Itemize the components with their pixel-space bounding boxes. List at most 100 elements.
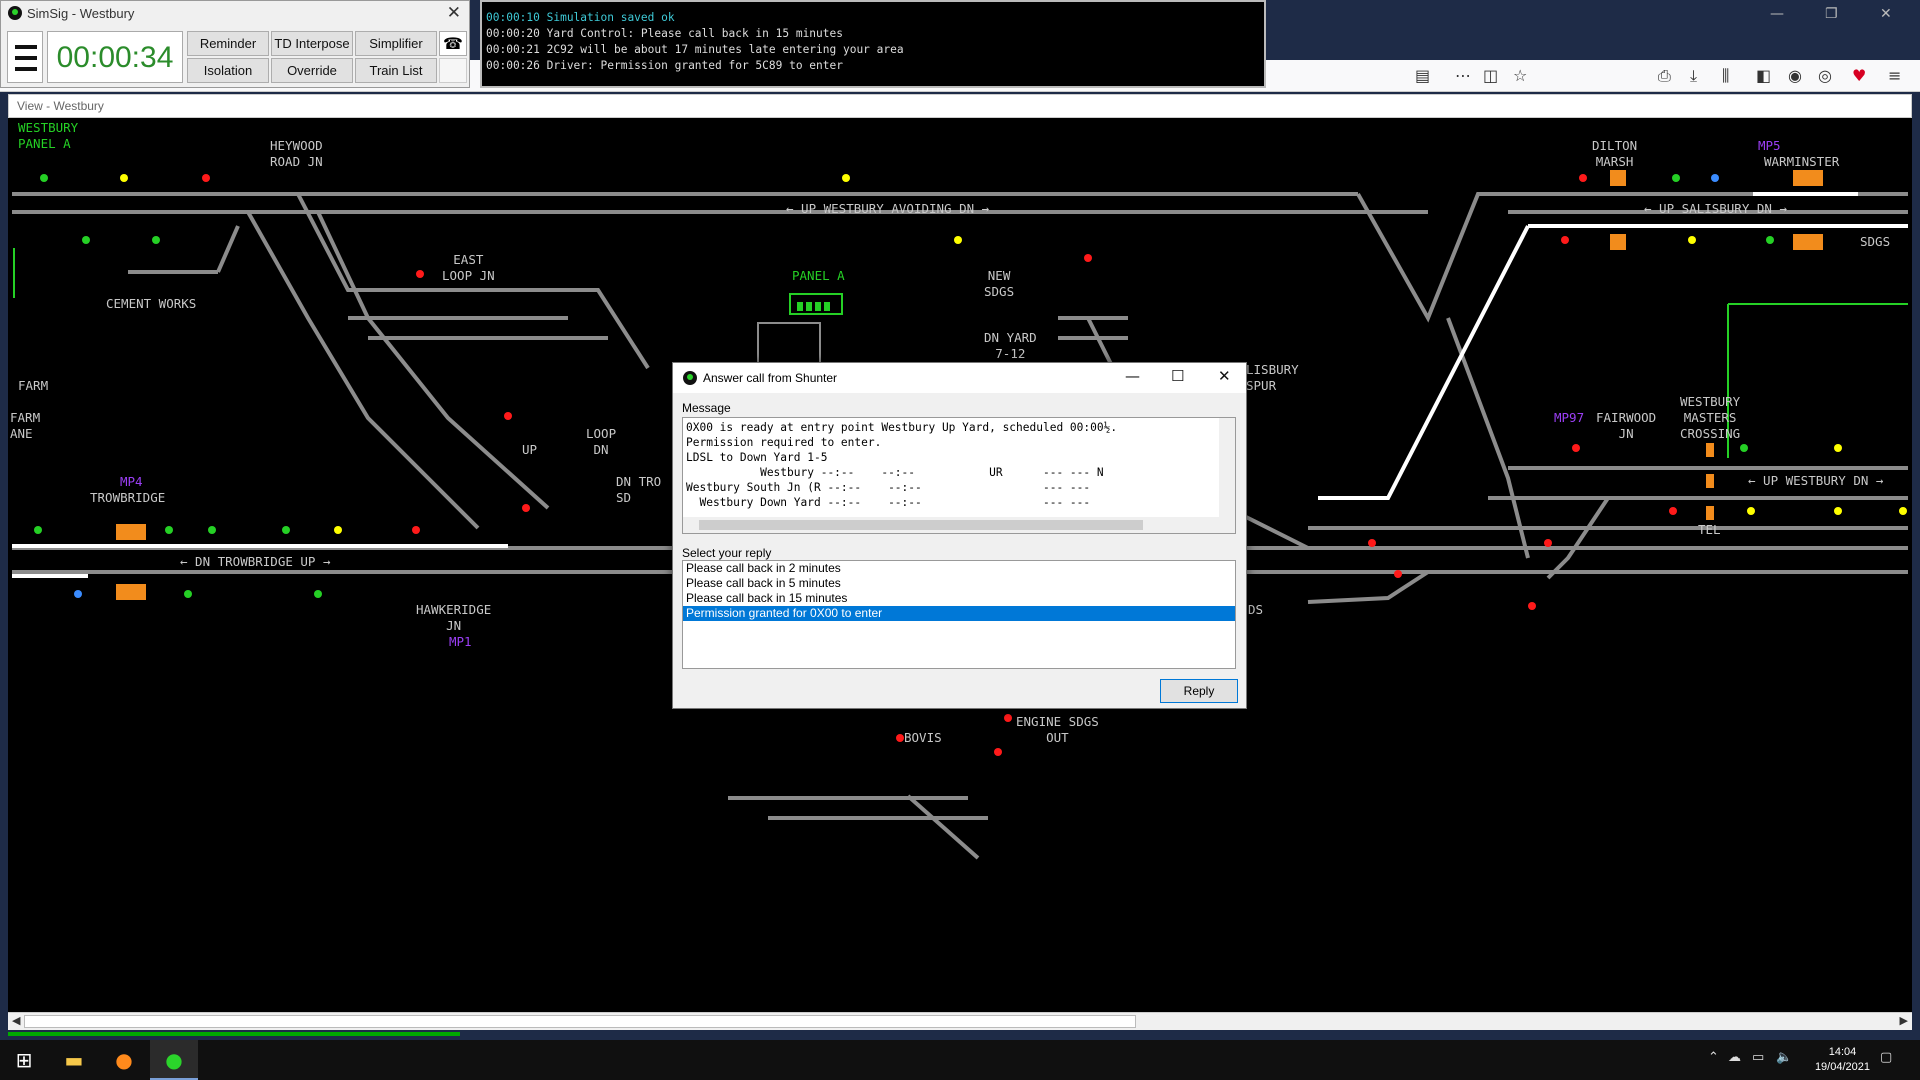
override-button[interactable]: Override xyxy=(271,58,353,83)
phone-secondary-button[interactable] xyxy=(439,58,467,83)
close-icon[interactable]: ✕ xyxy=(1218,367,1231,385)
scroll-left-icon[interactable]: ◀ xyxy=(12,1014,20,1027)
print-icon[interactable]: ⎙ xyxy=(1658,66,1671,86)
maximize-icon[interactable]: ☐ xyxy=(1171,367,1184,385)
isolation-button[interactable]: Isolation xyxy=(187,58,269,83)
network-icon[interactable]: ▭ xyxy=(1752,1050,1764,1065)
more-icon[interactable]: ⋯ xyxy=(1455,66,1471,85)
heywood-road-jn-label: HEYWOOD ROAD JN xyxy=(270,138,323,169)
clock-date: 19/04/2021 xyxy=(1814,1061,1870,1073)
up-westbury-avoiding-dn-label: ← UP WESTBURY AVOIDING DN → xyxy=(786,201,990,216)
panel-a-label: PANEL A xyxy=(792,268,845,283)
dn-tro-sd-label: DN TRO SD xyxy=(616,474,662,505)
view-window-title: View - Westbury xyxy=(8,94,1912,118)
engine-sdgs-out-label: ENGINE SDGS OUT xyxy=(1016,714,1099,745)
view-horizontal-scrollbar[interactable]: ◀ ▶ xyxy=(8,1012,1912,1030)
heart-icon[interactable]: ♥ xyxy=(1852,66,1866,85)
dialog-title: Answer call from Shunter xyxy=(703,371,838,385)
minimize-icon[interactable]: — xyxy=(1125,367,1140,385)
reply-button[interactable]: Reply xyxy=(1160,679,1238,703)
bovis-label: BOVIS xyxy=(904,730,942,745)
taskbar: ⊞ ▬ ● ● ⌃ ☁ ▭ 🔈 14:04 19/04/2021 ▢ xyxy=(0,1040,1920,1080)
log-entry: 00:00:20 Yard Control: Please call back … xyxy=(486,27,843,40)
library-icon[interactable]: ⫼ xyxy=(1722,66,1729,86)
reminder-button[interactable]: Reminder xyxy=(187,31,269,56)
message-log: 00:00:10 Simulation saved ok 00:00:20 Ya… xyxy=(480,0,1266,88)
td-interpose-button[interactable]: TD Interpose xyxy=(271,31,353,56)
east-loop-jn-label: EAST LOOP JN xyxy=(442,252,495,283)
volume-icon[interactable]: 🔈 xyxy=(1776,1050,1792,1065)
bookmark-star-icon[interactable]: ☆ xyxy=(1513,66,1527,85)
westbury-panel-a-label: WESTBURY PANEL A xyxy=(18,120,79,151)
simsig-logo-icon xyxy=(683,371,697,385)
message-textbox[interactable]: 0X00 is ready at entry point Westbury Up… xyxy=(682,417,1236,534)
sidebar-icon[interactable]: ◧ xyxy=(1756,66,1771,85)
main-menu-button[interactable] xyxy=(7,31,43,83)
new-sdgs-label: NEW SDGS xyxy=(984,268,1015,299)
scroll-right-icon[interactable]: ▶ xyxy=(1900,1014,1908,1027)
windows-start-icon[interactable]: ⊞ xyxy=(0,1040,48,1080)
trowbridge-label: TROWBRIDGE xyxy=(90,490,166,505)
simsig-logo-icon xyxy=(8,6,22,20)
cloud-icon[interactable]: ☁ xyxy=(1728,1050,1741,1065)
view-title: View - Westbury xyxy=(17,99,104,113)
scroll-thumb[interactable] xyxy=(24,1015,1136,1028)
close-icon[interactable]: ✕ xyxy=(447,3,461,23)
message-label: Message xyxy=(682,401,731,415)
message-line: Westbury --:-- --:-- UR --- --- N xyxy=(686,466,1104,479)
reply-option-selected[interactable]: Permission granted for 0X00 to enter xyxy=(683,606,1235,621)
menu-icon[interactable]: ≡ xyxy=(1888,66,1901,85)
taskbar-clock[interactable]: 14:04 19/04/2021 xyxy=(1815,1045,1870,1075)
simsig-title: SimSig - Westbury xyxy=(27,6,135,21)
load-progress xyxy=(8,1032,460,1036)
desktop: ▤ ⋯ ◫ ☆ ⎙ ⤓ ⫼ ◧ ◉ ◎ ♥ ≡ — ❐ ✕ View - Wes… xyxy=(0,0,1920,1080)
account-icon[interactable]: ◉ xyxy=(1788,66,1802,85)
hawkeridge-jn-label: HAWKERIDGE JN xyxy=(416,602,492,633)
up-salisbury-dn-label: ← UP SALISBURY DN → xyxy=(1644,201,1787,216)
message-horizontal-scrollbar[interactable] xyxy=(683,517,1235,533)
dn-yard-label: DN YARD 7-12 xyxy=(984,330,1037,361)
farm-lane-label: FARM ANE xyxy=(10,410,41,441)
download-icon[interactable]: ⤓ xyxy=(1690,66,1697,86)
salisbury-spur-label: LISBURY SPUR xyxy=(1246,362,1299,393)
simsig-taskbar-icon[interactable]: ● xyxy=(150,1040,198,1080)
train-list-button[interactable]: Train List xyxy=(355,58,437,83)
tel-label: TEL xyxy=(1698,522,1721,537)
minimize-icon[interactable]: — xyxy=(1770,6,1784,22)
phone-icon[interactable]: ☎ xyxy=(439,31,467,56)
notification-icon[interactable]: ▢ xyxy=(1880,1050,1892,1065)
up-label: UP xyxy=(522,442,538,457)
message-line: 0X00 is ready at entry point Westbury Up… xyxy=(686,421,1118,434)
reply-label: Select your reply xyxy=(682,546,772,560)
mp1-label: MP1 xyxy=(449,634,472,649)
pocket-icon[interactable]: ◫ xyxy=(1483,66,1498,85)
log-entry: 00:00:21 2C92 will be about 17 minutes l… xyxy=(486,43,904,56)
dn-trowbridge-up-label: ← DN TROWBRIDGE UP → xyxy=(180,554,331,569)
up-westbury-dn-label: ← UP WESTBURY DN → xyxy=(1748,473,1884,488)
reply-listbox[interactable]: Please call back in 2 minutes Please cal… xyxy=(682,560,1236,669)
restore-icon[interactable]: ❐ xyxy=(1825,6,1838,22)
message-line: Permission required to enter. xyxy=(686,436,882,449)
cement-works-label: CEMENT WORKS xyxy=(106,296,197,311)
mp4-label: MP4 xyxy=(120,474,143,489)
chevron-up-icon[interactable]: ⌃ xyxy=(1708,1050,1719,1065)
file-explorer-icon[interactable]: ▬ xyxy=(50,1040,98,1080)
reply-option[interactable]: Please call back in 15 minutes xyxy=(683,591,1235,606)
firefox-icon[interactable]: ● xyxy=(100,1040,148,1080)
log-entry: 00:00:26 Driver: Permission granted for … xyxy=(486,59,843,72)
close-icon[interactable]: ✕ xyxy=(1880,6,1892,22)
sdgs-label: SDGS xyxy=(1860,234,1891,249)
reply-option[interactable]: Please call back in 2 minutes xyxy=(683,561,1235,576)
extension-icon[interactable]: ◎ xyxy=(1818,66,1832,85)
message-line: LDSL to Down Yard 1-5 xyxy=(686,451,828,464)
simplifier-button[interactable]: Simplifier xyxy=(355,31,437,56)
browser-window-controls: — ❐ ✕ xyxy=(1750,0,1920,30)
loop-dn-label: LOOP DN xyxy=(586,426,617,457)
message-vertical-scrollbar[interactable] xyxy=(1219,418,1235,518)
dialog-titlebar: Answer call from Shunter — ☐ ✕ xyxy=(673,363,1246,393)
sim-clock: 00:00:34 xyxy=(47,31,183,83)
reply-option[interactable]: Please call back in 5 minutes xyxy=(683,576,1235,591)
simsig-main-window: SimSig - Westbury ✕ 00:00:34 Reminder TD… xyxy=(0,0,470,88)
farm-label: FARM xyxy=(18,378,49,393)
reader-icon[interactable]: ▤ xyxy=(1415,66,1430,85)
